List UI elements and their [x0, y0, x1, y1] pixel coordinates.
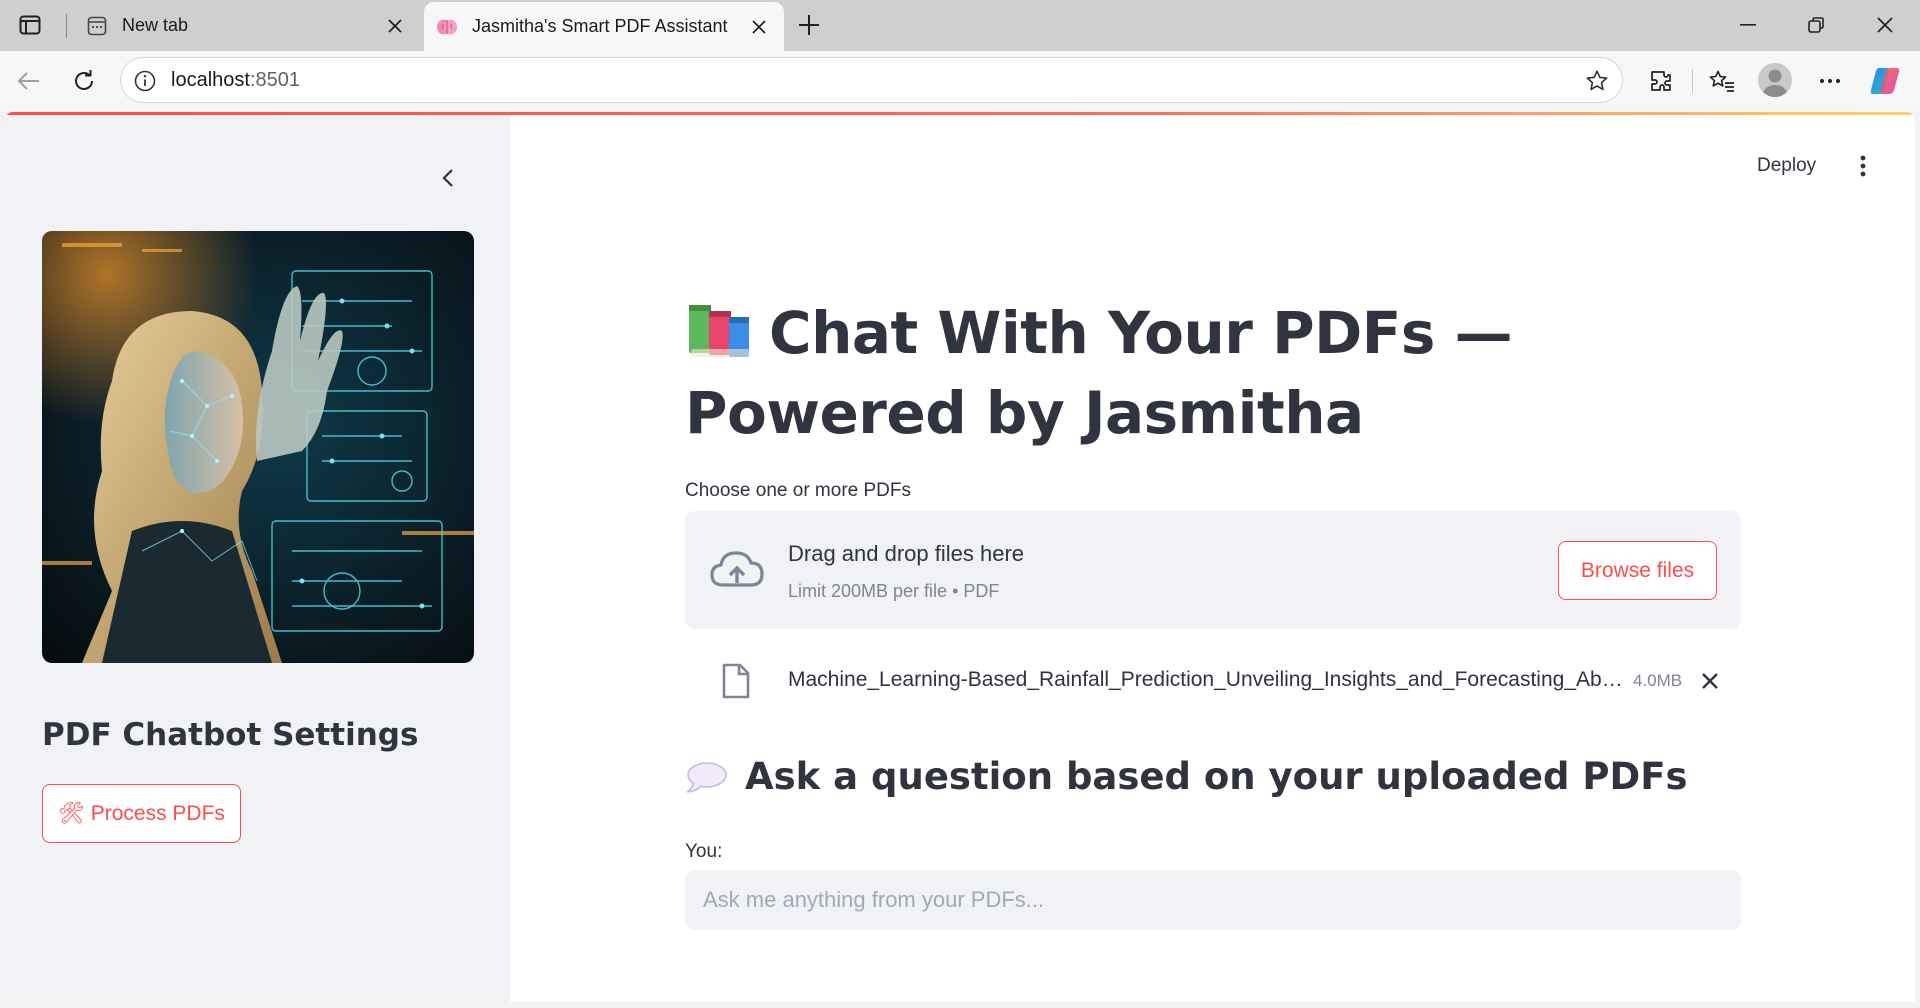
books-icon: [689, 305, 749, 357]
limit-text: Limit 200MB per file • PDF: [788, 581, 1000, 601]
browser-window: New tab Jasmitha's Smart PDF Assistant l…: [0, 0, 1920, 1008]
speech-bubble-icon: [686, 761, 727, 793]
url-host: localhost: [171, 69, 250, 91]
close-icon[interactable]: [746, 14, 772, 40]
refresh-icon[interactable]: [67, 64, 101, 98]
tab-title: Jasmitha's Smart PDF Assistant: [472, 16, 728, 36]
info-icon[interactable]: [133, 69, 157, 93]
file-dropzone[interactable]: Drag and drop files here Limit 200MB per…: [685, 511, 1741, 629]
tab-strip: New tab Jasmitha's Smart PDF Assistant: [0, 0, 1920, 51]
uploaded-file-row: Machine_Learning-Based_Rainfall_Predicti…: [685, 657, 1741, 705]
file-icon: [722, 663, 750, 699]
app-viewport: PDF Chatbot Settings 🛠 Process PDFs Depl…: [5, 112, 1915, 1002]
page-title-text: Chat With Your PDFs — Powered by Jasmith…: [685, 299, 1513, 447]
close-icon[interactable]: [382, 13, 408, 39]
restore-icon[interactable]: [1792, 10, 1840, 40]
main-content: Deploy Chat With Your PDFs — Powered by …: [510, 115, 1915, 1002]
sidebar: PDF Chatbot Settings 🛠 Process PDFs: [5, 115, 510, 1002]
tools-icon: 🛠: [58, 801, 85, 825]
sidebar-title: PDF Chatbot Settings: [42, 717, 419, 753]
uploader-label: Choose one or more PDFs: [685, 480, 911, 501]
close-window-icon[interactable]: [1861, 10, 1909, 40]
browser-toolbar: localhost:8501: [0, 51, 1920, 111]
copilot-icon[interactable]: [1868, 64, 1902, 98]
process-pdfs-label: Process PDFs: [90, 801, 225, 825]
chat-input[interactable]: [685, 870, 1741, 930]
sidebar-image: [42, 231, 474, 663]
tab-title: New tab: [122, 15, 189, 35]
process-pdfs-button[interactable]: 🛠 Process PDFs: [42, 784, 241, 843]
back-icon[interactable]: [12, 64, 46, 98]
file-size: 4.0MB: [1633, 671, 1683, 690]
star-icon[interactable]: [1584, 68, 1610, 94]
brain-icon: [436, 16, 458, 38]
remove-file-icon[interactable]: [1695, 666, 1725, 696]
chat-input-label: You:: [685, 841, 723, 862]
page-title: Chat With Your PDFs — Powered by Jasmith…: [685, 293, 1755, 453]
url-text: localhost:8501: [171, 69, 300, 92]
cloud-upload-icon: [710, 551, 764, 587]
browse-files-button[interactable]: Browse files: [1558, 541, 1717, 600]
plus-icon[interactable]: [794, 10, 824, 40]
address-bar[interactable]: localhost:8501: [120, 57, 1623, 103]
extensions-icon[interactable]: [1644, 64, 1678, 98]
ask-heading-text: Ask a question based on your uploaded PD…: [745, 755, 1688, 798]
file-name: Machine_Learning-Based_Rainfall_Predicti…: [788, 668, 1623, 691]
toolbar-divider: [1692, 69, 1693, 93]
drop-text: Drag and drop files here: [788, 541, 1025, 566]
profile-icon[interactable]: [1758, 63, 1792, 97]
minimize-icon[interactable]: [1724, 10, 1772, 40]
grid-icon: [86, 15, 108, 37]
tab-pdf-assistant[interactable]: Jasmitha's Smart PDF Assistant: [424, 2, 784, 51]
tab-actions-icon[interactable]: [16, 12, 44, 38]
favorites-icon[interactable]: [1705, 64, 1739, 98]
tab-separator: [66, 14, 67, 38]
more-icon[interactable]: [1813, 64, 1847, 98]
url-port: :8501: [249, 69, 300, 91]
chevron-left-icon[interactable]: [430, 160, 466, 196]
deploy-button[interactable]: Deploy: [1747, 147, 1826, 185]
ask-heading: Ask a question based on your uploaded PD…: [685, 755, 1688, 798]
kebab-icon[interactable]: [1846, 149, 1880, 183]
tab-new-tab[interactable]: New tab: [74, 0, 420, 51]
